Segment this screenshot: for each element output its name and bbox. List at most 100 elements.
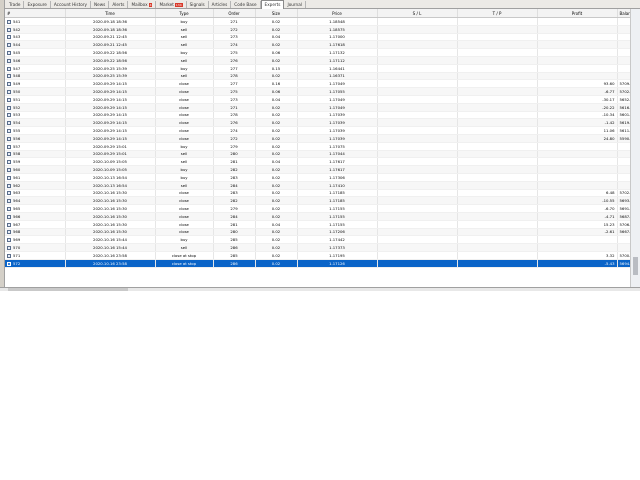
cell-order: 282 [213, 196, 256, 206]
cell-tp [457, 189, 538, 198]
col-header-profit[interactable]: Profit [537, 9, 618, 18]
cell-type: sell [155, 56, 214, 65]
horizontal-scrollbar-thumb[interactable] [8, 288, 128, 291]
table-row[interactable]: 570 2020.10.16 15:44 sell 286 0.02 1.17373 [5, 243, 630, 252]
cell-order: 275 [213, 48, 256, 57]
cell-balance: 5687.30 [617, 212, 630, 221]
table-row[interactable]: 572 2020.10.16 23:58 close at stop 286 0.02 1… [5, 259, 630, 268]
toolbox-handle[interactable] [0, 0, 5, 9]
col-header-balance[interactable]: Balance [617, 9, 630, 18]
col-header-order[interactable]: Order [213, 9, 256, 18]
experts-table: # Time Type Order Size Price S / L T / P… [5, 9, 630, 268]
table-row[interactable]: 557 2020.09.29 15:01 buy 279 0.02 1.17075 [5, 142, 630, 151]
table-row[interactable]: 543 2020.09.21 12:45 sell 273 0.04 1.17000 [5, 33, 630, 42]
tab-experts[interactable]: Experts [260, 0, 285, 9]
table-row[interactable]: 549 2020.09.29 14:15 close 277 0.16 1.17049 93… [5, 79, 630, 89]
table-row[interactable]: 542 2020.09.18 18:36 sell 272 0.02 1.18575 [5, 25, 630, 34]
table-row[interactable]: 559 2020.10.09 15:05 sell 281 0.04 1.17617 [5, 157, 630, 167]
cell-type: close at stop [155, 259, 214, 268]
tab-account-history[interactable]: Account History [51, 1, 91, 8]
col-header-type[interactable]: Type [155, 9, 214, 18]
cell-type: close [155, 228, 214, 237]
table-row[interactable]: 566 2020.10.16 15:30 close 284 0.02 1.17155 -4… [5, 212, 630, 221]
cell-size: 0.02 [255, 259, 298, 268]
cell-size: 0.02 [255, 56, 298, 65]
table-row[interactable]: 567 2020.10.16 15:30 close 281 0.04 1.17155 15… [5, 220, 630, 229]
document-icon [7, 160, 11, 165]
table-row[interactable]: 561 2020.10.13 16:54 buy 283 0.02 1.17306 [5, 173, 630, 182]
cell-price: 1.17206 [297, 228, 378, 237]
col-header-tp[interactable]: T / P [457, 9, 538, 18]
table-row[interactable]: 564 2020.10.16 15:30 close 282 0.02 1.17185 -1… [5, 196, 630, 206]
document-icon [7, 97, 11, 102]
table-row[interactable]: 571 2020.10.16 23:58 close at stop 285 0.02 1… [5, 251, 630, 260]
tab-journal[interactable]: Journal [284, 1, 306, 8]
horizontal-scrollbar[interactable] [0, 287, 640, 291]
row-number: 549 [13, 81, 21, 87]
cell-tp [457, 235, 538, 245]
cell-tp [457, 87, 538, 96]
tab-code-base[interactable]: Code Base [231, 1, 261, 8]
cell-time: 2020.09.22 18:56 [65, 48, 156, 57]
cell-time: 2020.10.16 15:30 [65, 212, 156, 221]
row-number: 566 [13, 213, 21, 219]
table-row[interactable]: 551 2020.09.29 14:15 close 273 0.04 1.17049 -3… [5, 95, 630, 104]
tab-label: Alerts [112, 2, 125, 7]
document-icon [7, 175, 11, 180]
vertical-scrollbar[interactable] [630, 9, 640, 287]
tab-alerts[interactable]: Alerts [109, 1, 129, 8]
tabs-container: Trade Exposure Account History News Alerts Ma… [6, 0, 306, 9]
table-row[interactable]: 546 2020.09.22 18:56 sell 276 0.02 1.17112 [5, 56, 630, 65]
tab-label: Signals [189, 2, 205, 7]
tab-mailbox[interactable]: Mailbox 4 [128, 1, 157, 8]
tab-signals[interactable]: Signals [187, 1, 209, 8]
cell-id: 562 [5, 181, 66, 190]
scrollbar-thumb[interactable] [633, 257, 638, 275]
table-row[interactable]: 565 2020.10.16 15:30 close 279 0.02 1.17155 -6… [5, 204, 630, 213]
table-row[interactable]: 555 2020.09.29 14:15 close 274 0.02 1.17039 11… [5, 126, 630, 135]
cell-type: sell [155, 181, 214, 190]
table-row[interactable]: 563 2020.10.16 15:30 close 283 0.02 1.17185 6.… [5, 189, 630, 198]
cell-size: 0.02 [255, 235, 298, 245]
table-row[interactable]: 560 2020.10.09 15:05 buy 282 0.02 1.17617 [5, 165, 630, 174]
cell-time: 2020.09.29 14:15 [65, 126, 156, 135]
table-row[interactable]: 550 2020.09.29 14:15 close 275 0.06 1.17055 -6… [5, 87, 630, 96]
col-header-price[interactable]: Price [297, 9, 378, 18]
table-row[interactable]: 562 2020.10.13 16:54 sell 284 0.02 1.17410 [5, 181, 630, 190]
table-row[interactable]: 544 2020.09.21 12:45 sell 274 0.02 1.17618 [5, 40, 630, 50]
cell-price: 1.17049 [297, 103, 378, 112]
table-row[interactable]: 547 2020.09.25 15:39 buy 277 0.15 1.16441 [5, 64, 630, 73]
tab-exposure[interactable]: Exposure [24, 1, 51, 8]
table-row[interactable]: 558 2020.09.29 15:01 sell 280 0.02 1.17044 [5, 150, 630, 159]
col-header-size[interactable]: Size [255, 9, 298, 18]
tab-news[interactable]: News [91, 1, 110, 8]
table-row[interactable]: 553 2020.09.29 14:15 close 278 0.02 1.17039 -1… [5, 111, 630, 120]
cell-order: 283 [213, 173, 256, 182]
col-header-time[interactable]: Time [65, 9, 156, 18]
table-row[interactable]: 556 2020.09.29 14:15 close 272 0.02 1.17039 24… [5, 134, 630, 143]
cell-id: 558 [5, 150, 66, 159]
cell-profit [537, 181, 618, 190]
tab-articles[interactable]: Articles [209, 1, 232, 8]
cell-balance: 5706.13 [617, 220, 630, 229]
cell-time: 2020.10.16 15:30 [65, 189, 156, 198]
table-row[interactable]: 541 2020.09.18 18:36 buy 271 0.02 1.18548 [5, 17, 630, 26]
document-icon [7, 90, 11, 95]
table-row[interactable]: 545 2020.09.22 18:56 buy 275 0.06 1.17132 [5, 48, 630, 57]
col-header-id[interactable]: # [5, 9, 66, 18]
col-header-sl[interactable]: S / L [377, 9, 458, 18]
tab-market[interactable]: Market 134 [156, 1, 187, 8]
table-row[interactable]: 552 2020.09.29 14:15 close 271 0.02 1.17049 -2… [5, 103, 630, 112]
cell-size: 0.16 [255, 79, 298, 89]
table-row[interactable]: 569 2020.10.16 15:44 buy 285 0.02 1.17442 [5, 235, 630, 245]
cell-id: 570 [5, 243, 66, 252]
cell-sl [377, 150, 458, 159]
row-number: 559 [13, 159, 21, 165]
cell-time: 2020.09.21 12:45 [65, 33, 156, 42]
row-number: 547 [13, 65, 21, 71]
table-row[interactable]: 548 2020.09.25 15:39 sell 278 0.02 1.16371 [5, 72, 630, 81]
tab-trade[interactable]: Trade [6, 1, 25, 8]
cell-price: 1.17155 [297, 212, 378, 221]
table-row[interactable]: 568 2020.10.16 15:30 close 280 0.02 1.17206 -2… [5, 228, 630, 237]
table-row[interactable]: 554 2020.09.29 14:15 close 276 0.02 1.17039 -1… [5, 118, 630, 128]
